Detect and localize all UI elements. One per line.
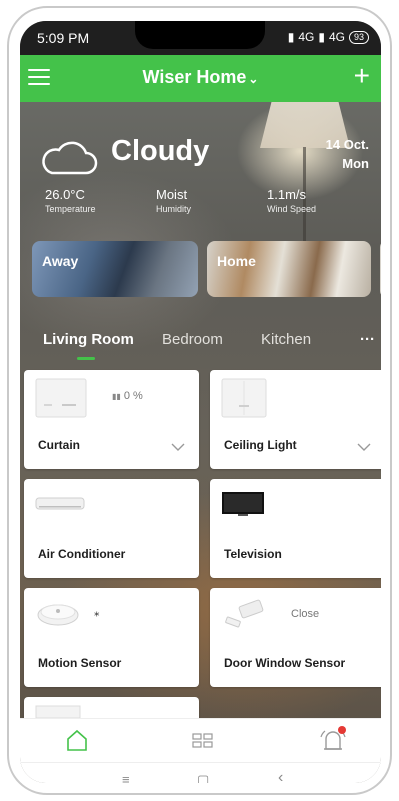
date-day: 14 Oct.	[325, 137, 369, 152]
cloud-icon	[42, 141, 98, 175]
curtain-status: ▮▮ 0 %	[112, 390, 143, 402]
notification-dot	[338, 726, 346, 734]
temperature-label: Temperature	[45, 204, 96, 214]
running-person-icon: ⁎	[94, 607, 100, 619]
wind-value: 1.1m/s	[267, 187, 307, 202]
humidity-label: Humidity	[156, 204, 192, 214]
app-screen: 5:09 PM ▮ 4G ▮ 4G 93 Wiser Home ⌄ + Cloud…	[20, 21, 381, 783]
temperature-value: 26.0°C	[45, 187, 85, 202]
device-name: Television	[224, 547, 282, 561]
tab-living-room[interactable]: Living Room	[43, 331, 134, 348]
home-selector[interactable]: Wiser Home ⌄	[20, 67, 381, 88]
app-header: Wiser Home ⌄ +	[20, 55, 381, 102]
phone-frame: 5:09 PM ▮ 4G ▮ 4G 93 Wiser Home ⌄ + Cloud…	[7, 6, 392, 795]
curtain-position: 0 %	[123, 390, 143, 402]
weather-date: 14 Oct. Mon	[326, 135, 369, 173]
motion-sensor-icon	[37, 604, 79, 626]
weather-condition: Cloudy	[111, 135, 210, 167]
active-tab-indicator	[77, 357, 95, 360]
device-card-television[interactable]: Television	[210, 479, 381, 578]
air-conditioner-icon	[35, 497, 85, 510]
camera-notch	[135, 21, 265, 49]
temperature-stat: 26.0°C Temperature	[45, 187, 96, 214]
device-name: Curtain	[38, 438, 80, 452]
home-title: Wiser Home	[142, 67, 247, 87]
tab-kitchen[interactable]: Kitchen	[261, 331, 311, 348]
wind-label: Wind Speed	[267, 204, 317, 214]
signal-icon-2: ▮	[318, 30, 325, 44]
recent-apps-button[interactable]: ≡	[122, 772, 130, 783]
network-type: 4G	[298, 30, 315, 44]
status-bar: 5:09 PM ▮ 4G ▮ 4G 93	[20, 21, 381, 55]
curtain-device-icon	[35, 378, 87, 418]
scene-home-label: Home	[217, 253, 256, 269]
device-name: Motion Sensor	[38, 656, 122, 670]
chevron-down-icon[interactable]	[171, 443, 185, 451]
wall-switch-icon	[221, 378, 267, 418]
scene-next[interactable]	[380, 241, 381, 297]
device-name: Air Conditioner	[38, 547, 126, 561]
status-time: 5:09 PM	[37, 30, 90, 46]
alarm-bell-icon[interactable]	[317, 725, 349, 753]
device-card-door-window-sensor[interactable]: Close Door Window Sensor	[210, 588, 381, 687]
system-navigation-bar: ≡ ▢ ‹	[20, 762, 381, 783]
door-status: Close	[291, 608, 320, 620]
room-tabs: Living Room Bedroom Kitchen ···	[20, 326, 381, 366]
device-card-curtain[interactable]: ▮▮ 0 % Curtain	[24, 370, 199, 469]
signal-icon: ▮	[287, 30, 295, 44]
tab-bedroom[interactable]: Bedroom	[162, 331, 223, 348]
humidity-stat: Moist Humidity	[156, 187, 191, 214]
door-window-sensor-icon	[225, 599, 264, 628]
system-back-button[interactable]: ‹	[278, 769, 283, 783]
devices-grid-icon[interactable]	[192, 733, 214, 749]
wind-stat: 1.1m/s Wind Speed	[267, 187, 316, 214]
device-name: Ceiling Light	[224, 438, 297, 452]
device-card-motion-sensor[interactable]: ⁎ Motion Sensor	[24, 588, 199, 687]
plus-icon[interactable]: +	[354, 62, 370, 90]
system-home-button[interactable]: ▢	[197, 772, 209, 783]
home-icon[interactable]	[65, 729, 89, 751]
chevron-down-icon[interactable]	[357, 443, 371, 451]
date-weekday: Mon	[342, 156, 369, 171]
device-thumbnail	[35, 705, 81, 718]
bottom-navigation	[20, 718, 381, 763]
device-name: Door Window Sensor	[224, 656, 346, 670]
battery-level-icon: ▮▮	[112, 392, 121, 401]
scene-away[interactable]: Away	[32, 241, 198, 297]
humidity-value: Moist	[156, 187, 188, 202]
more-rooms-icon[interactable]: ···	[360, 331, 375, 348]
chevron-down-icon: ⌄	[248, 72, 259, 86]
network-type-2: 4G	[328, 30, 345, 44]
scene-home[interactable]: Home	[207, 241, 371, 297]
status-indicators: ▮ 4G ▮ 4G 93	[288, 30, 369, 44]
device-card-ceiling-light[interactable]: Ceiling Light	[210, 370, 381, 469]
television-icon	[222, 492, 264, 516]
battery-indicator: 93	[348, 30, 369, 44]
scene-away-label: Away	[42, 253, 79, 269]
device-card-air-conditioner[interactable]: Air Conditioner	[24, 479, 199, 578]
